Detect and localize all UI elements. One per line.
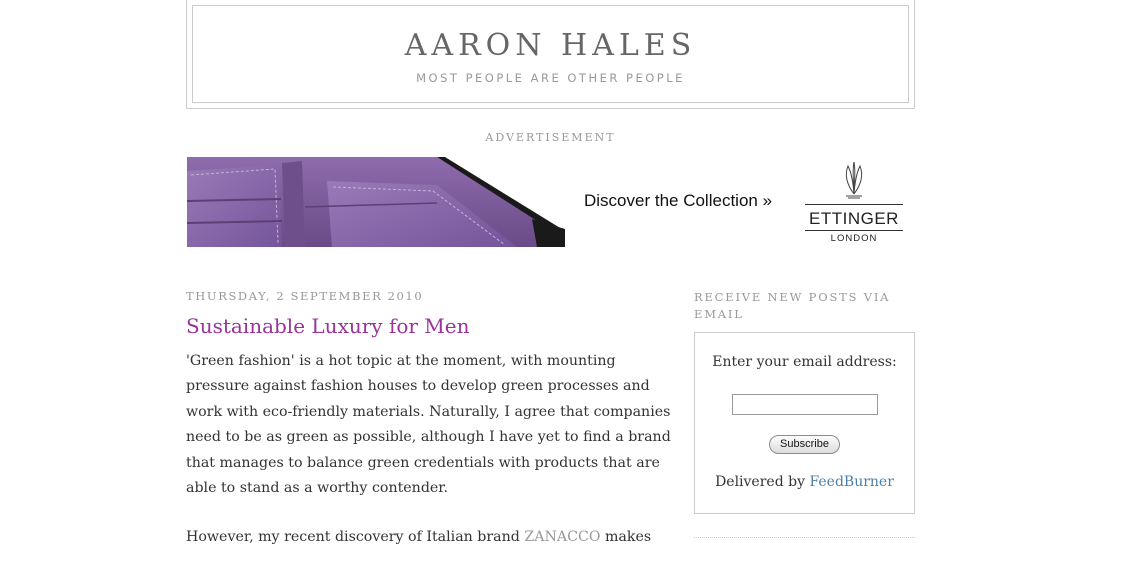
delivered-prefix: Delivered by <box>715 474 810 490</box>
brand-city: LONDON <box>830 233 878 244</box>
post-paragraph-2: However, my recent discovery of Italian … <box>186 525 676 550</box>
page: AARON HALES MOST PEOPLE ARE OTHER PEOPLE… <box>0 0 1145 555</box>
post-date: THURSDAY, 2 SEPTEMBER 2010 <box>186 289 424 303</box>
ad-label: ADVERTISEMENT <box>485 131 616 144</box>
sidebar-heading: RECEIVE NEW POSTS VIA EMAIL <box>694 290 891 321</box>
post-paragraph-1: 'Green fashion' is a hot topic at the mo… <box>186 353 671 497</box>
brand-rule-bottom <box>805 230 903 231</box>
blog-header: AARON HALES MOST PEOPLE ARE OTHER PEOPLE <box>186 0 915 109</box>
email-subscribe-widget: Enter your email address: Subscribe Deli… <box>694 332 915 514</box>
email-input[interactable] <box>732 394 878 415</box>
feather-crest-icon <box>845 161 863 199</box>
zanacco-link[interactable]: ZANACCO <box>524 529 600 545</box>
blog-title[interactable]: AARON HALES <box>193 28 908 63</box>
email-label: Enter your email address: <box>712 354 897 370</box>
post-paragraph-2-tail: makes <box>600 529 652 546</box>
blog-header-inner: AARON HALES MOST PEOPLE ARE OTHER PEOPLE <box>192 5 909 103</box>
discover-collection-link[interactable]: Discover the Collection » <box>584 191 772 211</box>
brand-name: ETTINGER <box>809 209 899 228</box>
delivered-by: Delivered by FeedBurner <box>695 474 914 490</box>
post-title[interactable]: Sustainable Luxury for Men <box>186 314 470 338</box>
subscribe-button[interactable]: Subscribe <box>769 435 840 454</box>
blog-description: MOST PEOPLE ARE OTHER PEOPLE <box>416 71 685 85</box>
post-paragraph-2-text: However, my recent discovery of Italian … <box>186 529 525 546</box>
ad-banner[interactable]: Discover the Collection » ETTINGER LONDO… <box>187 157 914 247</box>
feedburner-link[interactable]: FeedBurner <box>809 474 893 490</box>
post-body: 'Green fashion' is a hot topic at the mo… <box>186 349 676 575</box>
sidebar-divider <box>694 537 915 538</box>
brand-rule-top <box>805 204 903 205</box>
